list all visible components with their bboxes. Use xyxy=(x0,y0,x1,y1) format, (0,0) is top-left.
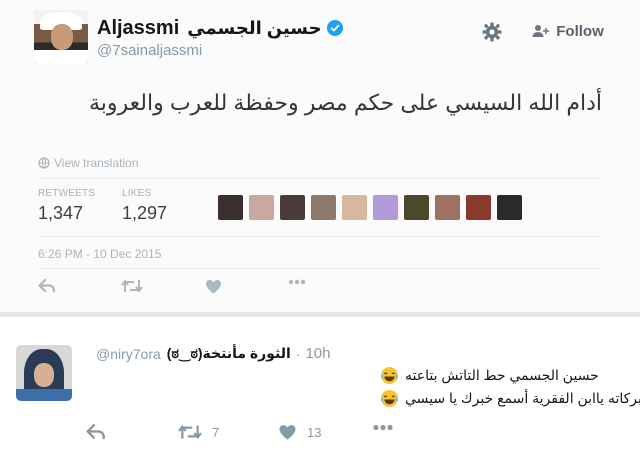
reply-retweet-count: 7 xyxy=(212,424,220,440)
retweets-stat[interactable]: RETWEETS 1,347 xyxy=(38,188,95,224)
divider xyxy=(38,268,600,269)
author-display-name[interactable]: Aljassmi xyxy=(97,17,179,40)
globe-icon xyxy=(38,157,50,169)
liker-avatar[interactable] xyxy=(218,195,243,220)
reply-text-line-1: حسين الجسمي حط التاتش بتاعته xyxy=(405,367,599,383)
more-button[interactable] xyxy=(288,279,306,285)
retweets-label: RETWEETS xyxy=(38,188,96,199)
likes-label: LIKES xyxy=(122,188,152,199)
author-avatar[interactable] xyxy=(34,10,88,64)
reply-time[interactable]: 10h xyxy=(305,345,330,362)
likes-count: 1,297 xyxy=(122,203,168,223)
follow-label: Follow xyxy=(556,22,604,40)
liker-avatar[interactable] xyxy=(466,195,491,220)
heart-icon xyxy=(206,280,221,294)
heart-icon xyxy=(279,425,296,440)
author-name-line[interactable]: Aljassmi حسين الجسمي xyxy=(97,16,343,40)
reply-author-name[interactable]: الثورة مأنتخة(ಠ‿ಠ) xyxy=(167,345,291,362)
reply-author-avatar[interactable] xyxy=(16,345,72,401)
liker-avatar[interactable] xyxy=(404,195,429,220)
card-border xyxy=(0,312,640,317)
reply-icon xyxy=(38,279,56,293)
author-display-name-arabic[interactable]: حسين الجسمي xyxy=(187,18,321,39)
tweet-text: أدام الله السيسي على حكم مصر وحفظة للعرب… xyxy=(89,90,602,115)
reply-author-handle[interactable]: @niry7ora xyxy=(96,346,161,362)
retweet-button[interactable] xyxy=(121,279,143,293)
liker-avatar[interactable] xyxy=(280,195,305,220)
reply-text-line-2: بركاته ياابن الفقرية أسمع خبرك يا سيسي xyxy=(405,390,640,406)
author-handle[interactable]: @7sainaljassmi xyxy=(97,42,202,59)
divider xyxy=(38,236,600,237)
reply-like-count: 13 xyxy=(307,424,322,440)
liker-avatar[interactable] xyxy=(373,195,398,220)
retweets-count: 1,347 xyxy=(38,203,84,223)
verified-icon xyxy=(326,20,343,36)
liker-avatar[interactable] xyxy=(497,195,522,220)
gear-icon[interactable] xyxy=(481,21,503,43)
liker-avatar[interactable] xyxy=(249,195,274,220)
reply-like-button[interactable]: 13 xyxy=(278,424,321,440)
reply-retweet-button[interactable]: 7 xyxy=(178,424,219,440)
liker-avatar[interactable] xyxy=(342,195,367,220)
view-translation-label: View translation xyxy=(54,156,139,170)
reply-icon xyxy=(86,424,105,440)
liker-avatar[interactable] xyxy=(311,195,336,220)
more-icon xyxy=(373,424,393,431)
reply-header: @niry7ora الثورة مأنتخة(ಠ‿ಠ) · 10h xyxy=(96,345,330,362)
reply-button[interactable] xyxy=(38,279,56,293)
liker-avatars xyxy=(218,195,528,220)
reply-text-line: بركاته ياابن الفقرية أسمع خبرك يا سيسي xyxy=(380,389,640,408)
reply-more-button[interactable] xyxy=(372,424,394,431)
view-translation-link[interactable]: View translation xyxy=(38,156,139,170)
tweet-timestamp[interactable]: 6:26 PM - 10 Dec 2015 xyxy=(38,247,161,261)
reply-text-line: حسين الجسمي حط التاتش بتاعته xyxy=(380,366,599,385)
likes-stat[interactable]: LIKES 1,297 xyxy=(122,188,167,224)
more-icon xyxy=(288,279,306,285)
tweet-card: Aljassmi حسين الجسمي @7sainaljassmi Foll… xyxy=(0,0,640,312)
emoji-laughing-icon xyxy=(380,389,399,408)
separator-dot: · xyxy=(295,345,301,362)
divider xyxy=(38,178,600,179)
emoji-laughing-icon xyxy=(380,366,399,385)
retweet-icon xyxy=(121,280,143,292)
follow-button[interactable]: Follow xyxy=(521,14,615,48)
reply-reply-button[interactable] xyxy=(86,424,106,440)
like-button[interactable] xyxy=(205,279,222,294)
liker-avatar[interactable] xyxy=(435,195,460,220)
retweet-icon xyxy=(178,425,202,439)
follow-user-icon xyxy=(532,25,550,37)
